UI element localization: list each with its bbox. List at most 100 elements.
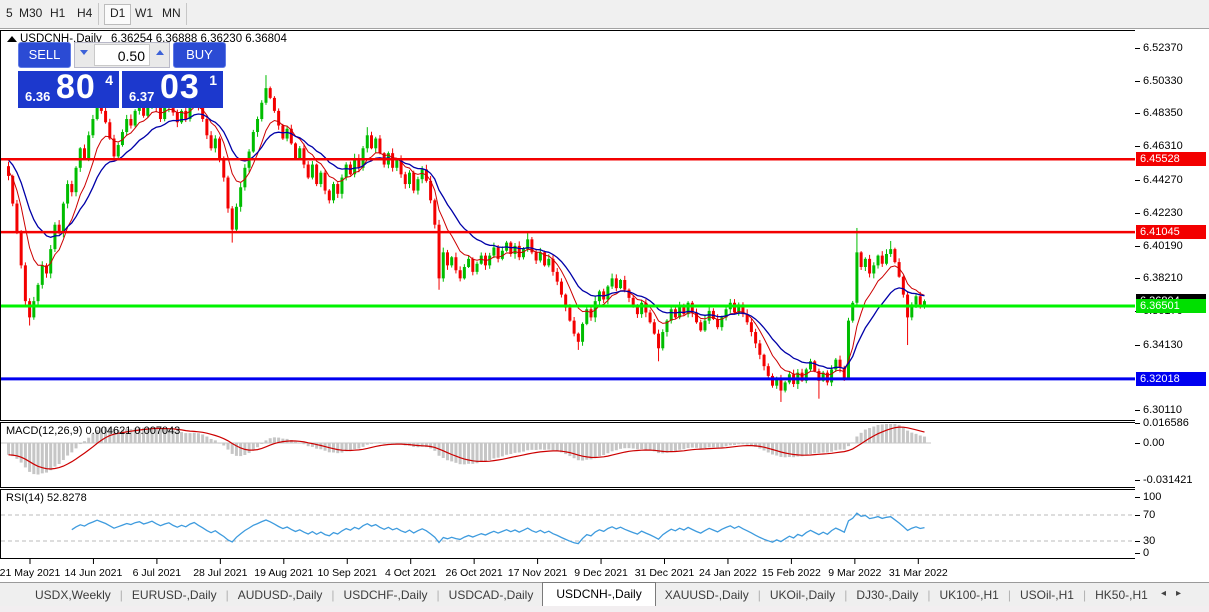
axis-tick [1135,345,1140,346]
buy-button[interactable]: BUY [173,42,226,68]
tab-usdcad-daily[interactable]: USDCAD-,Daily [440,584,543,606]
date-label: 31 Mar 2022 [889,567,948,579]
timeframe-d1[interactable]: D1 [104,4,131,25]
axis-tick-label: 6.50330 [1143,75,1183,88]
tab-usdx-weekly[interactable]: USDX,Weekly [26,584,120,606]
rsi-axis-tick [1135,553,1140,554]
axis-tick-label: 6.40190 [1143,240,1183,253]
timeframe-toolbar: 5M30H1H4D1W1MN [0,0,1209,29]
level-price-label: 6.36501 [1136,299,1206,313]
tab-dj30-daily[interactable]: DJ30-,Daily [847,584,927,606]
ma-fast-line [9,107,925,376]
tab-scroll-right-icon[interactable]: ▸ [1176,588,1191,599]
tab-usdchf-daily[interactable]: USDCHF-,Daily [335,584,437,606]
rsi-label: RSI(14) 52.8278 [6,492,87,504]
volume-decrease-button[interactable] [75,43,93,67]
date-label: 24 Jan 2022 [699,567,757,579]
date-label: 9 Mar 2022 [828,567,881,579]
buy-price-display[interactable]: 6.37 03 1 [122,71,223,108]
date-label: 6 Jul 2021 [133,567,181,579]
sell-price-display[interactable]: 6.36 80 4 [18,71,119,108]
macd-indicator-pane[interactable]: MACD(12,26,9) 0.004621 0.007043 [0,422,1136,488]
toolbar-separator [98,3,99,25]
buy-price-small: 6.37 [129,89,154,104]
tab-audusd-daily[interactable]: AUDUSD-,Daily [229,584,332,606]
macd-axis-label: 0.00 [1143,437,1164,450]
axis-tick-label: 6.48350 [1143,107,1183,120]
tab-scroll-left-icon[interactable]: ◂ [1161,588,1176,599]
axis-tick-label: 6.34130 [1143,339,1183,352]
axis-tick-label: 6.30110 [1143,404,1182,417]
axis-tick-label: 6.52370 [1143,42,1183,55]
tab-eurusd-daily[interactable]: EURUSD-,Daily [123,584,226,606]
rsi-axis-label: 0 [1143,547,1149,560]
collapse-panel-icon[interactable] [7,36,17,42]
date-tick-marks [0,559,1136,565]
date-label: 28 Jul 2021 [193,567,247,579]
chart-tab-bar: USDX,Weekly|EURUSD-,Daily|AUDUSD-,Daily|… [0,582,1209,606]
level-price-label: 6.41045 [1136,225,1206,239]
sell-price-sup: 4 [105,72,113,88]
timeframe-h4[interactable]: H4 [72,4,97,23]
axis-tick [1135,410,1140,411]
axis-tick [1135,246,1140,247]
date-label: 15 Feb 2022 [762,567,821,579]
rsi-axis-tick [1135,497,1140,498]
volume-input[interactable]: 0.50 [94,44,150,66]
axis-tick [1135,180,1140,181]
date-label: 21 May 2021 [0,567,60,579]
axis-tick [1135,146,1140,147]
tab-hk50-h1[interactable]: HK50-,H1 [1086,584,1157,606]
rsi-chart [1,490,1135,558]
rsi-axis-tick [1135,541,1140,542]
one-click-trading-panel: SELL 0.50 BUY 6.36 80 4 6.37 03 1 [18,42,226,108]
date-label: 31 Dec 2021 [635,567,695,579]
timeframe-h1[interactable]: H1 [45,4,70,23]
toolbar-separator [186,3,187,25]
timeframe-m30[interactable]: M30 [14,4,47,23]
macd-axis-label: 0.016586 [1143,417,1189,430]
date-label: 4 Oct 2021 [385,567,436,579]
rsi-axis-label: 70 [1143,509,1155,522]
timeframe-w1[interactable]: W1 [130,4,158,23]
date-axis: 21 May 2021 14 Jun 2021 6 Jul 2021 28 Jul 2… [0,559,1136,582]
date-label: 10 Sep 2021 [317,567,377,579]
price-axis[interactable]: 6.523706.503306.483506.463106.442706.422… [1135,30,1209,582]
chevron-down-icon [80,50,88,55]
axis-tick [1135,113,1140,114]
tab-ukoil-daily[interactable]: UKOil-,Daily [761,584,844,606]
axis-tick-label: 6.38210 [1143,272,1183,285]
macd-axis-tick [1135,423,1140,424]
buy-price-sup: 1 [209,72,217,88]
axis-tick [1135,278,1140,279]
level-price-label: 6.32018 [1136,372,1206,386]
volume-spinner: 0.50 [74,42,170,68]
rsi-line [72,513,925,543]
candles-group [7,75,926,402]
axis-tick-label: 6.44270 [1143,174,1183,187]
date-label: 14 Jun 2021 [65,567,123,579]
date-label: 17 Nov 2021 [508,567,568,579]
axis-tick [1135,213,1140,214]
macd-label: MACD(12,26,9) 0.004621 0.007043 [6,425,180,437]
tab-usoil-h1[interactable]: USOil-,H1 [1011,584,1083,606]
date-label: 19 Aug 2021 [254,567,313,579]
tab-uk100-h1[interactable]: UK100-,H1 [930,584,1007,606]
sell-button[interactable]: SELL [18,42,71,68]
tab-usdcnh-daily[interactable]: USDCNH-,Daily [542,582,655,606]
tab-scroll-arrows: ◂▸ [1161,588,1191,599]
chevron-up-icon [156,50,164,55]
window-bottom-strip [0,606,1209,612]
rsi-indicator-pane[interactable]: RSI(14) 52.8278 [0,489,1136,559]
macd-axis-tick [1135,443,1140,444]
buy-price-big: 03 [160,68,200,107]
rsi-axis-label: 100 [1143,491,1161,504]
level-price-label: 6.45528 [1136,152,1206,166]
volume-increase-button[interactable] [151,43,169,67]
axis-tick [1135,81,1140,82]
date-label: 9 Dec 2021 [574,567,628,579]
sell-price-small: 6.36 [25,89,50,104]
macd-axis-label: -0.031421 [1143,474,1193,487]
timeframe-mn[interactable]: MN [157,4,186,23]
tab-xauusd-daily[interactable]: XAUUSD-,Daily [656,584,758,606]
